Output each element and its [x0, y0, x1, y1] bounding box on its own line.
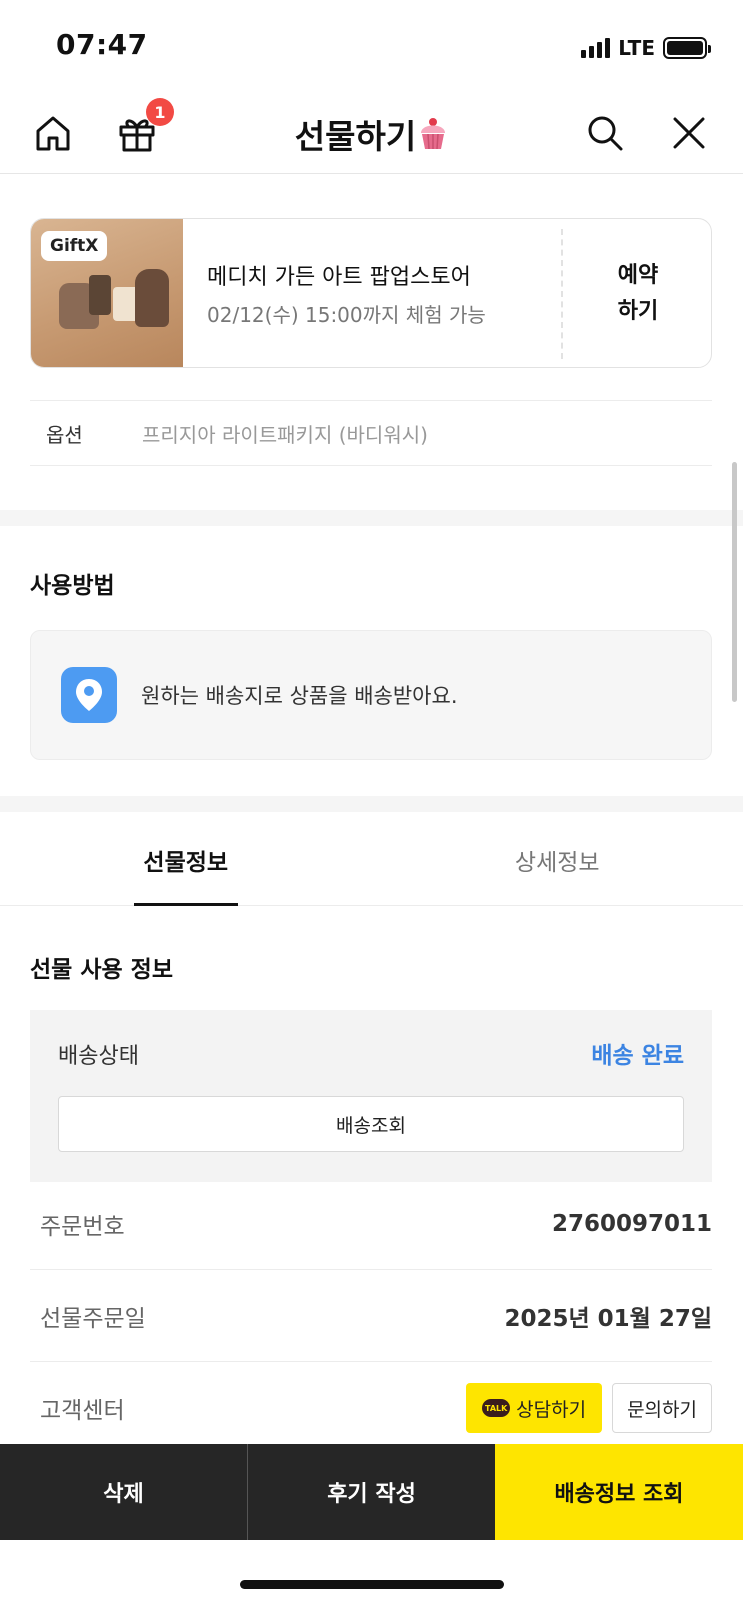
bottom-action-bar: 삭제 후기 작성 배송정보 조회: [0, 1444, 743, 1540]
order-date-label: 선물주문일: [40, 1305, 146, 1332]
status-time: 07:47: [56, 28, 148, 61]
search-icon[interactable]: [582, 110, 628, 156]
order-number-row: 주문번호 2760097011: [30, 1178, 712, 1270]
chat-consult-label: 상담하기: [516, 1398, 587, 1421]
delete-button[interactable]: 삭제: [0, 1444, 248, 1540]
inquiry-button[interactable]: 문의하기: [612, 1383, 712, 1433]
order-number-value: 2760097011: [551, 1210, 712, 1237]
signal-icon: [581, 38, 611, 58]
status-bar: 07:47 LTE: [0, 0, 743, 92]
reserve-button[interactable]: 예약 하기: [563, 219, 711, 367]
order-number-label: 주문번호: [40, 1213, 125, 1240]
gift-usage-title: 선물 사용 정보: [30, 957, 173, 983]
tab-gift-info[interactable]: 선물정보: [0, 814, 372, 905]
product-validity: 02/12(수) 15:00까지 체험 가능: [207, 303, 486, 327]
option-label: 옵션: [46, 422, 83, 447]
option-row: 옵션 프리지아 라이트패키지 (바디워시): [30, 400, 712, 466]
product-image: GiftX: [31, 219, 183, 367]
order-date-row: 선물주문일 2025년 01월 27일: [30, 1270, 712, 1362]
reserve-label-line1: 예약: [617, 263, 659, 288]
shipping-status-box: 배송상태 배송 완료 배송조회: [30, 1010, 712, 1182]
giftx-label: GiftX: [41, 231, 108, 261]
option-value: 프리지아 라이트패키지 (바디워시): [142, 422, 428, 447]
top-navigation: 1 선물하기: [0, 92, 743, 174]
scrollbar[interactable]: [732, 462, 737, 702]
chat-consult-button[interactable]: TALK 상담하기: [466, 1383, 603, 1433]
page-title-text: 선물하기: [294, 117, 417, 156]
page-title: 선물하기: [0, 110, 743, 158]
location-pin-icon: [61, 667, 117, 723]
section-divider: [0, 796, 743, 812]
howto-text: 원하는 배송지로 상품을 배송받아요.: [141, 684, 458, 708]
kakao-talk-icon: TALK: [482, 1399, 511, 1417]
reserve-label-line2: 하기: [617, 299, 659, 324]
shipping-status-label: 배송상태: [58, 1044, 139, 1069]
write-review-button[interactable]: 후기 작성: [248, 1444, 495, 1540]
section-divider: [0, 510, 743, 526]
tab-detail-info[interactable]: 상세정보: [372, 814, 743, 905]
howto-title: 사용방법: [30, 573, 115, 599]
cupcake-icon: [421, 118, 446, 150]
home-indicator[interactable]: [240, 1580, 504, 1589]
order-date-value: 2025년 01월 27일: [504, 1305, 712, 1332]
customer-center-buttons: TALK 상담하기 문의하기: [466, 1383, 712, 1433]
product-name: 메디치 가든 아트 팝업스토어: [207, 265, 471, 290]
track-shipment-button[interactable]: 배송조회: [58, 1096, 684, 1152]
shipping-info-button[interactable]: 배송정보 조회: [495, 1444, 743, 1540]
battery-icon: [663, 37, 711, 59]
customer-center-label: 고객센터: [40, 1398, 125, 1424]
customer-center-row: 고객센터 TALK 상담하기 문의하기: [30, 1362, 712, 1444]
howto-box: 원하는 배송지로 상품을 배송받아요.: [30, 630, 712, 760]
info-tabs: 선물정보 상세정보: [0, 814, 743, 906]
close-icon[interactable]: [666, 110, 712, 156]
network-type: LTE: [618, 36, 655, 60]
main-content[interactable]: GiftX 메디치 가든 아트 팝업스토어 02/12(수) 15:00까지 체…: [0, 174, 743, 1444]
status-indicators: LTE: [581, 36, 711, 60]
shipping-status-value: 배송 완료: [591, 1043, 684, 1069]
product-card[interactable]: GiftX 메디치 가든 아트 팝업스토어 02/12(수) 15:00까지 체…: [30, 218, 712, 368]
